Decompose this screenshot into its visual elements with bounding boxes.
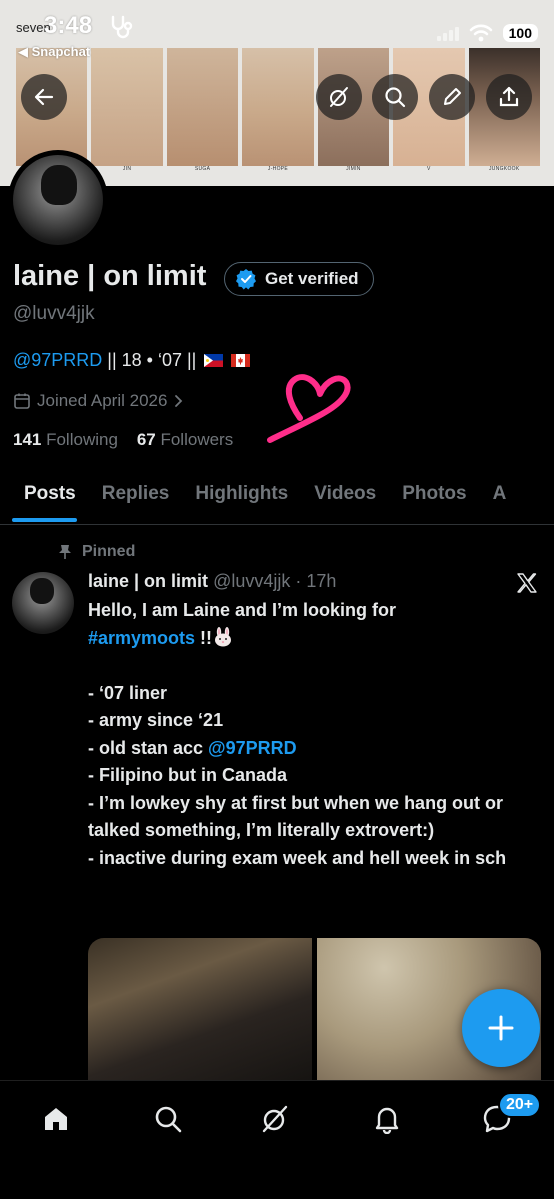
post-author-meta: @luvv4jjk · 17h <box>208 571 337 591</box>
stethoscope-icon <box>111 15 133 39</box>
verified-badge-icon <box>236 269 256 290</box>
bottom-navigation <box>0 1080 554 1199</box>
tab-videos[interactable]: Videos <box>301 470 389 524</box>
following-link[interactable]: 141 Following <box>13 430 118 449</box>
nav-home[interactable] <box>36 1099 76 1139</box>
tab-replies[interactable]: Replies <box>89 470 183 524</box>
battery-indicator: 100 <box>502 24 538 42</box>
tab-articles[interactable]: A <box>480 470 520 524</box>
post-line: - I’m lowkey shy at first but when we ha… <box>88 792 509 841</box>
post-text: Hello, I am Laine and I’m looking for #a… <box>88 597 538 872</box>
search-button[interactable] <box>372 74 418 120</box>
followers-label: Followers <box>155 430 234 449</box>
banner-panel <box>91 48 163 166</box>
post-line: #armymoots !! <box>88 625 538 653</box>
pin-icon <box>59 545 71 559</box>
messages-badge: 20+ <box>498 1092 542 1118</box>
post-line: - old stan acc @97PRRD <box>88 735 538 763</box>
edit-button[interactable] <box>429 74 475 120</box>
notifications-icon <box>375 1107 399 1134</box>
philippines-flag-icon <box>204 354 224 367</box>
x-logo-icon <box>517 573 537 593</box>
grok-button[interactable] <box>316 74 362 120</box>
profile-bio: @97PRRD || 18 • ‘07 || <box>13 350 251 371</box>
post-line: - army since ‘21 <box>88 710 224 730</box>
heart-doodle-icon <box>267 374 351 443</box>
tab-highlights[interactable]: Highlights <box>182 470 301 524</box>
search-icon <box>155 1106 182 1133</box>
compose-post-button[interactable] <box>462 989 540 1067</box>
tab-posts[interactable]: Posts <box>0 470 89 524</box>
plus-icon <box>488 1015 514 1041</box>
wifi-icon <box>469 24 492 42</box>
home-icon <box>45 1108 67 1130</box>
banner-label: J-HOPE <box>267 166 289 172</box>
grok-icon <box>262 1105 288 1133</box>
nav-notifications[interactable] <box>367 1099 407 1139</box>
share-icon <box>499 86 519 107</box>
post-author-avatar[interactable] <box>12 572 74 634</box>
banner-label: SUGA <box>194 166 211 172</box>
banner-label: V <box>427 166 431 172</box>
post-header: laine | on limit @luvv4jjk · 17h <box>88 571 336 592</box>
joined-label: Joined April 2026 <box>37 391 168 410</box>
post-text-fragment: - old stan acc <box>88 737 209 758</box>
post-line: Hello, I am Laine and I’m looking for <box>88 600 397 620</box>
post-line: - Filipino but in Canada <box>88 765 287 785</box>
get-verified-button[interactable]: Get verified <box>224 262 374 296</box>
bio-mention-link[interactable]: @97PRRD <box>13 350 102 370</box>
tab-photos[interactable]: Photos <box>389 470 479 524</box>
following-label: Following <box>41 430 118 449</box>
follow-stats: 141 Following 67 Followers <box>13 430 233 450</box>
calendar-icon <box>14 393 30 409</box>
back-to-app-link[interactable]: ◀ Snapchat <box>18 44 90 60</box>
status-bar: seven 3:48 ◀ Snapchat 100 <box>0 0 554 59</box>
post-image[interactable] <box>88 938 312 1088</box>
hashtag-link[interactable]: #armymoots <box>88 628 195 648</box>
canada-flag-icon <box>231 354 251 367</box>
bio-text: || 18 • ‘07 || <box>102 350 197 370</box>
nav-search[interactable] <box>148 1099 188 1139</box>
search-icon <box>385 87 406 108</box>
post-author-name[interactable]: laine | on limit <box>88 571 208 591</box>
followers-count: 67 <box>136 430 156 449</box>
following-count: 141 <box>13 430 42 449</box>
pinned-indicator: Pinned <box>58 543 135 561</box>
grok-icon <box>330 87 348 107</box>
pinned-label: Pinned <box>82 543 136 560</box>
banner-label: JUNGKOOK <box>489 166 520 172</box>
back-arrow-icon <box>34 88 54 106</box>
banner-panel <box>242 48 314 166</box>
post-text-fragment: !! <box>195 627 213 648</box>
followers-link[interactable]: 67 Followers <box>137 430 233 449</box>
get-verified-label: Get verified <box>265 269 359 288</box>
edit-icon <box>444 88 461 105</box>
rabbit-emoji-icon <box>215 626 232 646</box>
profile-tabs: Posts Replies Highlights Videos Photos A <box>0 470 554 525</box>
mention-link[interactable]: @97PRRD <box>208 738 297 758</box>
profile-handle: @luvv4jjk <box>13 303 95 324</box>
post-line: - ‘07 liner <box>88 682 168 703</box>
status-time: 3:48 <box>44 12 93 39</box>
status-indicators: 100 <box>436 24 538 42</box>
post-line: - inactive during exam week and hell wee… <box>88 847 507 868</box>
nav-grok[interactable] <box>255 1099 295 1139</box>
joined-date[interactable]: Joined April 2026 <box>13 391 185 411</box>
banner-label: JIN <box>122 166 132 172</box>
share-button[interactable] <box>486 74 532 120</box>
back-button[interactable] <box>21 74 67 120</box>
chevron-right-icon <box>175 395 183 407</box>
profile-avatar[interactable] <box>8 150 108 250</box>
banner-panel <box>166 48 239 166</box>
profile-name: laine | on limit <box>13 260 207 292</box>
signal-icon <box>436 25 459 41</box>
banner-label: JIMIN <box>346 166 361 172</box>
